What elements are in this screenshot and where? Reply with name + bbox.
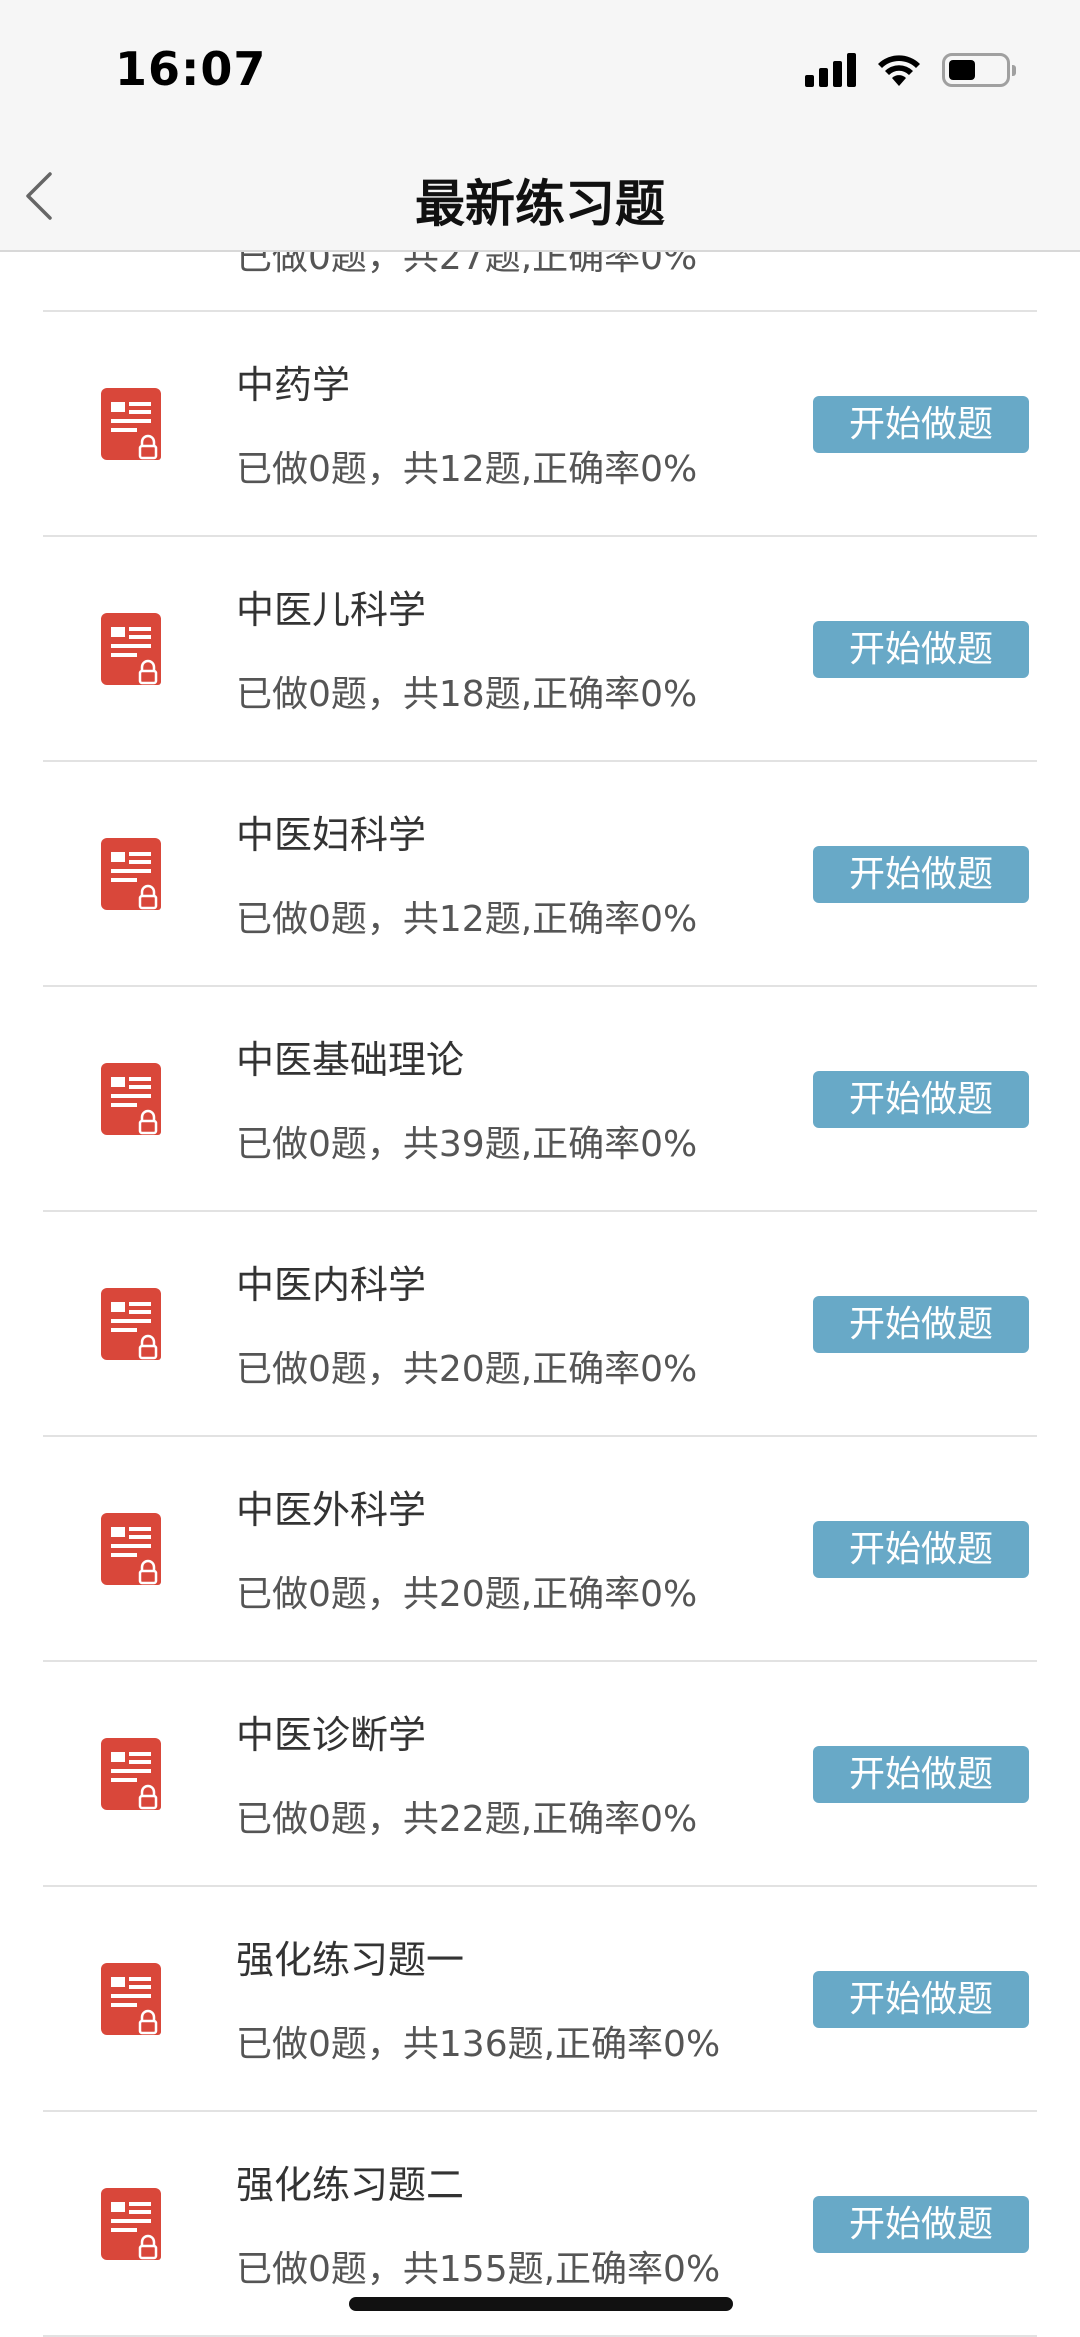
- list-item: 中药学 已做0题，共12题,正确率0% 开始做题: [43, 312, 1037, 537]
- list-item-title: 中医儿科学: [236, 588, 427, 632]
- list-item-subtitle: 已做0题，共39题,正确率0%: [236, 1124, 698, 1165]
- list-item-title: 中医诊断学: [236, 1713, 427, 1757]
- list-item: 中医儿科学 已做0题，共18题,正确率0% 开始做题: [43, 537, 1037, 762]
- start-exercise-button[interactable]: 开始做题: [813, 621, 1029, 678]
- list-rows: 中药学 已做0题，共12题,正确率0% 开始做题 中医儿科学 已做0题，共18题…: [0, 312, 1080, 2337]
- document-lock-icon: [101, 1513, 161, 1585]
- list-item: 中医妇科学 已做0题，共12题,正确率0% 开始做题: [43, 762, 1037, 987]
- list-item-title: 中医妇科学: [236, 813, 427, 857]
- list-item-subtitle: 已做0题，共136题,正确率0%: [236, 2024, 721, 2065]
- status-bar: 16:07: [0, 0, 1080, 140]
- list-item-subtitle: 已做0题，共22题,正确率0%: [236, 1799, 698, 1840]
- start-exercise-button[interactable]: 开始做题: [813, 396, 1029, 453]
- list-item: 中医外科学 已做0题，共20题,正确率0% 开始做题: [43, 1437, 1037, 1662]
- navigation-bar: 最新练习题: [0, 140, 1080, 252]
- list-item-title: 强化练习题一: [236, 1938, 465, 1982]
- list-item-subtitle: 已做0题，共18题,正确率0%: [236, 674, 698, 715]
- start-exercise-button[interactable]: 开始做题: [813, 846, 1029, 903]
- battery-icon: [942, 53, 1016, 87]
- list-item: 中医基础理论 已做0题，共39题,正确率0% 开始做题: [43, 987, 1037, 1212]
- start-exercise-button[interactable]: 开始做题: [813, 1521, 1029, 1578]
- start-exercise-button[interactable]: 开始做题: [813, 1746, 1029, 1803]
- list-item-title: 中医外科学: [236, 1488, 427, 1532]
- home-indicator: [349, 2297, 733, 2311]
- start-exercise-button[interactable]: 开始做题: [813, 1296, 1029, 1353]
- list-item-title: 中医内科学: [236, 1263, 427, 1307]
- document-lock-icon: [101, 1063, 161, 1135]
- list-item-subtitle: 已做0题，共20题,正确率0%: [236, 1349, 698, 1390]
- document-lock-icon: [101, 1288, 161, 1360]
- list-item-subtitle: 已做0题，共12题,正确率0%: [236, 449, 698, 490]
- list-item-partial: 已做0题，共27题,正确率0%: [43, 252, 1037, 312]
- exercise-list[interactable]: 已做0题，共27题,正确率0% 中药学 已做0题，共12题,正确率0% 开始做题: [0, 252, 1080, 2337]
- document-lock-icon: [101, 1963, 161, 2035]
- wifi-icon: [878, 55, 920, 86]
- status-icons: [805, 48, 1016, 92]
- page-title: 最新练习题: [415, 175, 665, 233]
- start-exercise-button[interactable]: 开始做题: [813, 2196, 1029, 2253]
- list-item: 强化练习题一 已做0题，共136题,正确率0% 开始做题: [43, 1887, 1037, 2112]
- list-item: 中医内科学 已做0题，共20题,正确率0% 开始做题: [43, 1212, 1037, 1437]
- document-lock-icon: [101, 388, 161, 460]
- document-lock-icon: [101, 613, 161, 685]
- list-item-subtitle: 已做0题，共27题,正确率0%: [236, 252, 698, 278]
- start-exercise-button[interactable]: 开始做题: [813, 1971, 1029, 2028]
- list-item-title: 中医基础理论: [236, 1038, 465, 1082]
- list-item-subtitle: 已做0题，共155题,正确率0%: [236, 2249, 721, 2290]
- cellular-signal-icon: [805, 53, 856, 87]
- list-item-title: 中药学: [236, 363, 351, 407]
- document-lock-icon: [101, 1738, 161, 1810]
- list-item-subtitle: 已做0题，共20题,正确率0%: [236, 1574, 698, 1615]
- start-exercise-button[interactable]: 开始做题: [813, 1071, 1029, 1128]
- list-item: 中医诊断学 已做0题，共22题,正确率0% 开始做题: [43, 1662, 1037, 1887]
- list-item-title: 强化练习题二: [236, 2163, 465, 2207]
- document-lock-icon: [101, 838, 161, 910]
- list-item-subtitle: 已做0题，共12题,正确率0%: [236, 899, 698, 940]
- status-time: 16:07: [115, 42, 267, 96]
- document-lock-icon: [101, 2188, 161, 2260]
